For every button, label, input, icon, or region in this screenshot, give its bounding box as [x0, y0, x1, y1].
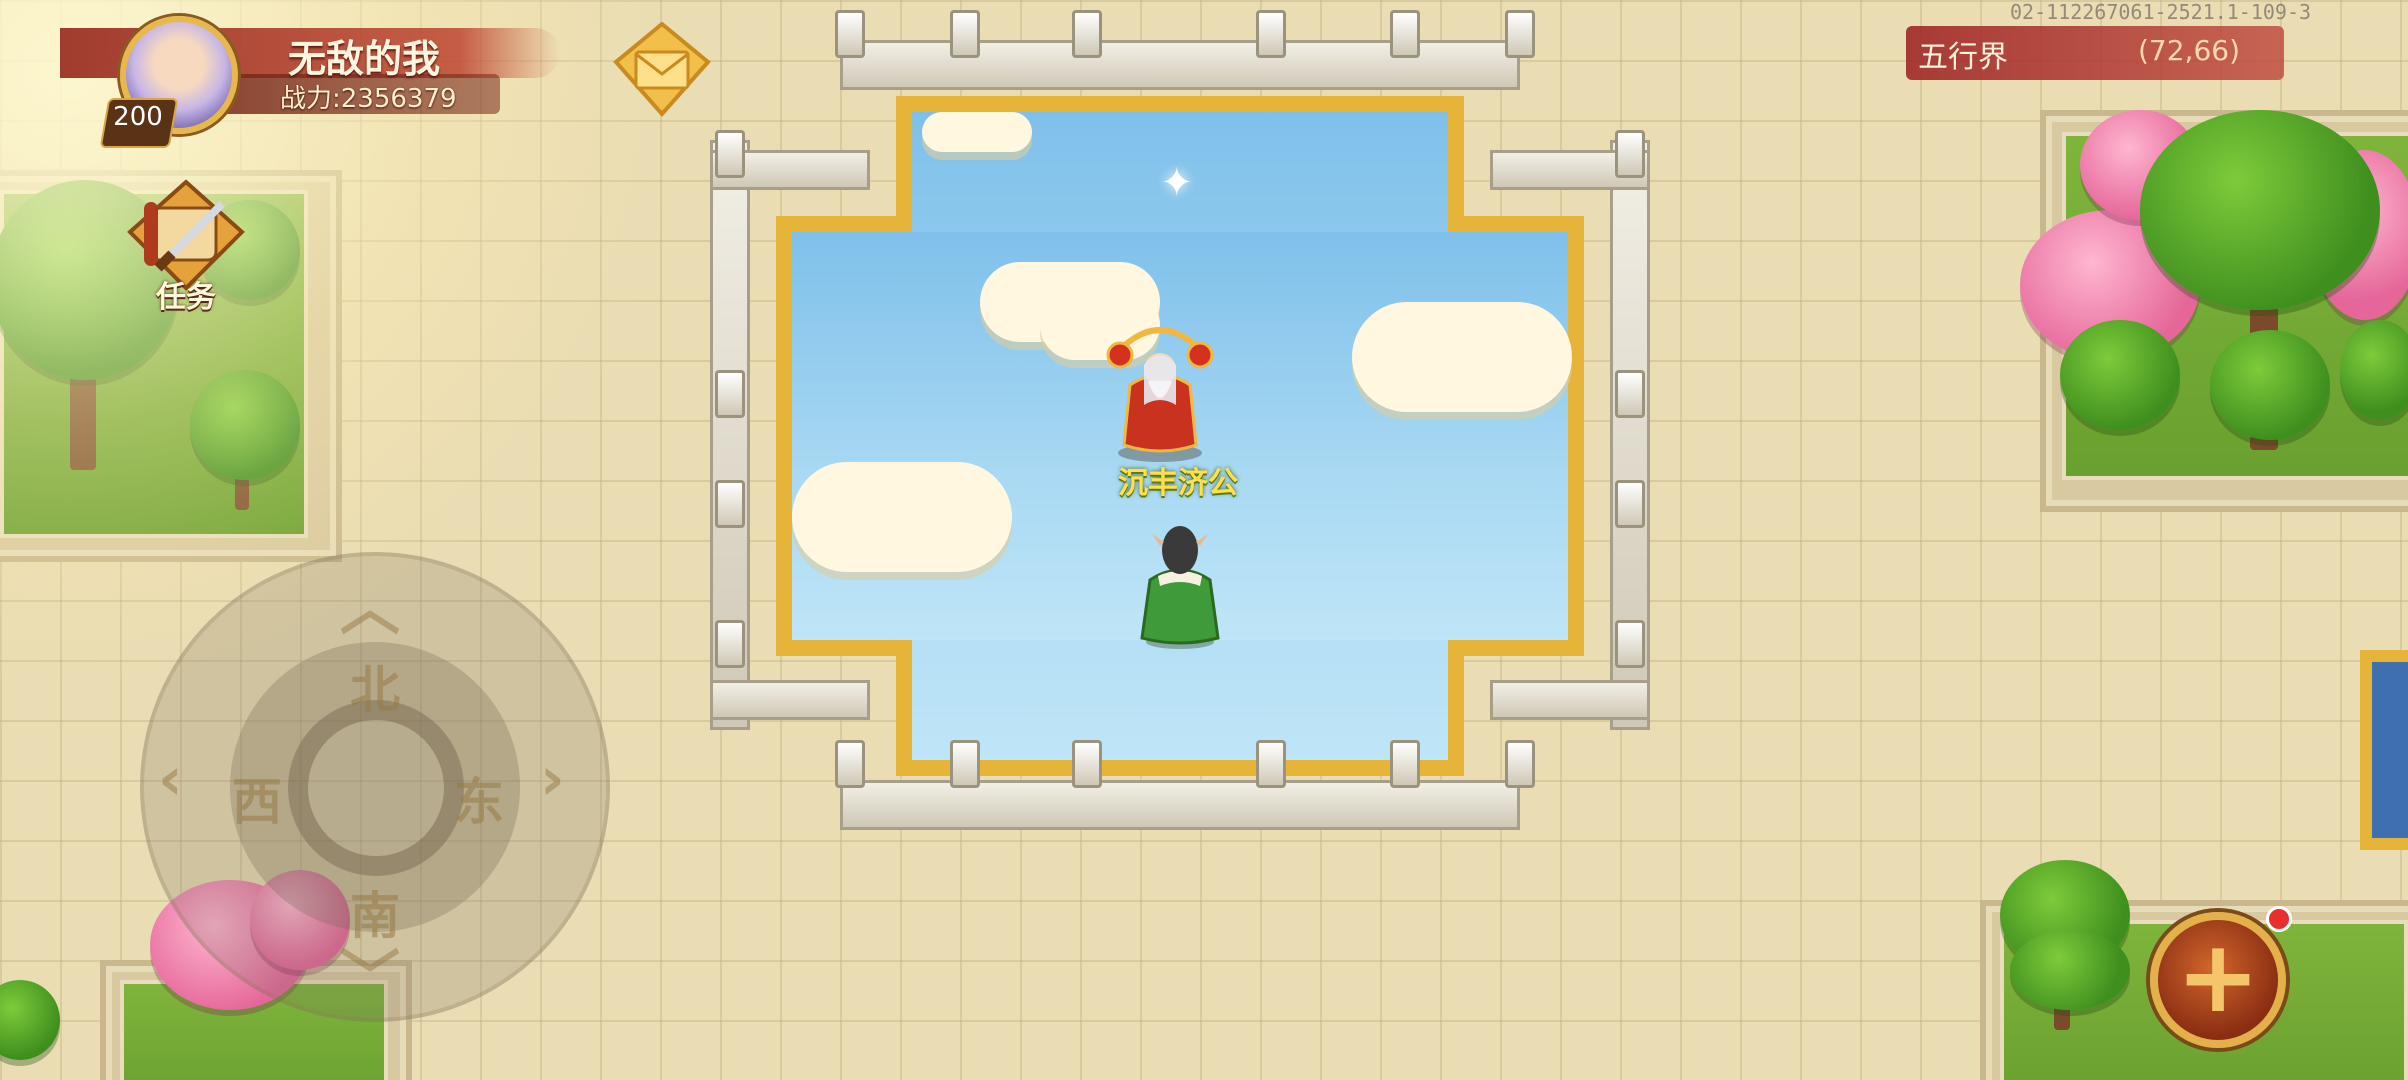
wall-post	[1615, 370, 1645, 418]
arrow-right-icon: ›	[540, 744, 565, 814]
arrow-up-icon: ︿	[340, 574, 400, 644]
sparkle-icon: ✦	[1160, 160, 1194, 206]
direction-east: 东	[454, 773, 504, 831]
wall-post	[1505, 740, 1535, 788]
stone-wall-br	[1490, 680, 1650, 720]
wall-post	[1615, 130, 1645, 178]
joystick-knob[interactable]	[288, 700, 464, 876]
wall-post	[1615, 480, 1645, 528]
npc-sprite[interactable]	[1100, 325, 1220, 465]
wall-post	[1072, 10, 1102, 58]
player-character	[1140, 526, 1220, 649]
stone-wall-bl	[710, 680, 870, 720]
game-scene: ✦ 沉丰济公 200 无敌的我 战力:2356379 任务 02-1122670…	[0, 0, 2408, 1080]
wall-post	[1390, 10, 1420, 58]
wall-post	[1072, 740, 1102, 788]
wall-post	[950, 740, 980, 788]
combat-power: 战力:2356379	[280, 84, 457, 114]
wall-post	[835, 10, 865, 58]
wall-post	[715, 370, 745, 418]
wall-post	[1505, 10, 1535, 58]
quest-label[interactable]: 任务	[136, 272, 236, 316]
tree-green	[190, 370, 300, 480]
wall-post	[715, 620, 745, 668]
player-level: 200	[113, 102, 163, 132]
player-name: 无敌的我	[288, 37, 441, 81]
tree-green	[2010, 930, 2130, 1010]
cloud	[1352, 302, 1572, 412]
direction-west: 西	[232, 773, 282, 831]
wall-post	[715, 130, 745, 178]
direction-north: 北	[350, 661, 400, 719]
cloud	[922, 112, 1032, 152]
arrow-left-icon: ‹	[158, 744, 183, 814]
wall-post	[950, 10, 980, 58]
wall-post	[1390, 740, 1420, 788]
cloud	[792, 462, 1012, 572]
water-strip-inner	[2372, 662, 2408, 838]
tree-green	[2140, 110, 2380, 310]
plus-icon: +	[2176, 918, 2260, 1035]
notification-dot	[2266, 906, 2292, 932]
wall-post	[1256, 10, 1286, 58]
wall-post	[1256, 740, 1286, 788]
tree-green	[2210, 330, 2330, 440]
map-coordinates: (72,66)	[2138, 34, 2241, 67]
tree-green	[2060, 320, 2180, 430]
stone-wall-bottom	[840, 780, 1520, 830]
npc-name-label: 沉丰济公	[1118, 466, 1238, 501]
wall-post	[715, 480, 745, 528]
wall-post	[835, 740, 865, 788]
map-name: 五行界	[1918, 40, 2008, 75]
wall-post	[1615, 620, 1645, 668]
envelope-icon[interactable]	[612, 22, 712, 118]
direction-south: 南	[350, 887, 400, 945]
debug-id: 02-112267061-2521.1-109-3	[2010, 0, 2312, 24]
